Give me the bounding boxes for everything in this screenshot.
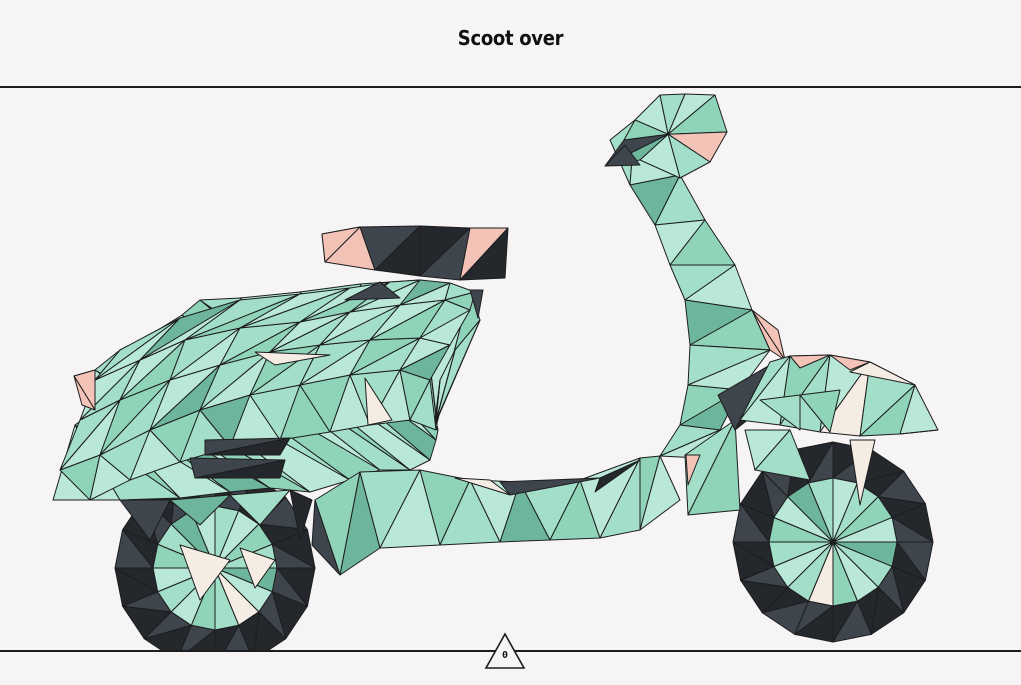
puzzle-stage[interactable]: [0, 88, 1021, 669]
scooter-illustration[interactable]: [0, 88, 1021, 669]
page-title: Scoot over: [457, 26, 564, 50]
triangle-counter: 0: [501, 650, 509, 661]
header-bar: Scoot over: [0, 0, 1021, 88]
